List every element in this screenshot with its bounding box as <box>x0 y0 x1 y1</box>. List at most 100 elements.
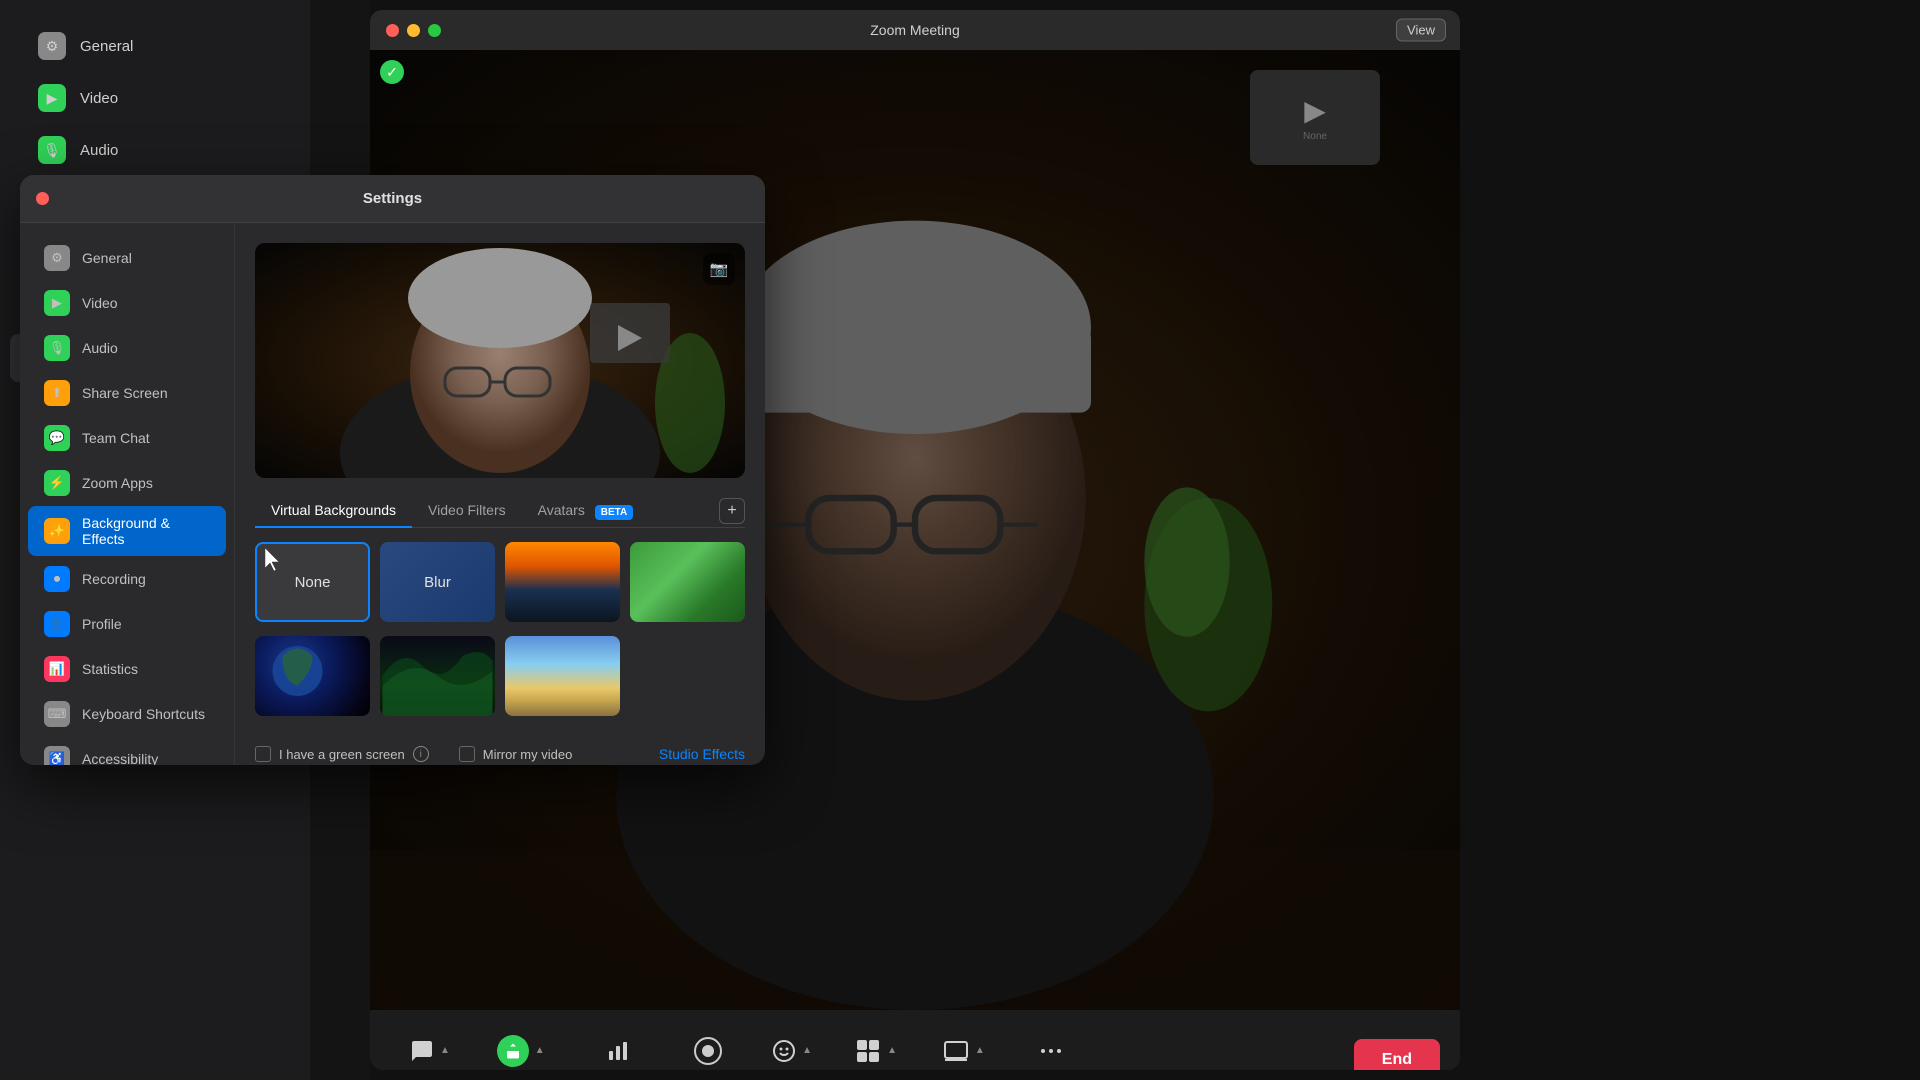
toolbar-share[interactable]: ▲ Share Screen <box>474 1027 567 1071</box>
zoom-window-title: Zoom Meeting <box>870 22 959 38</box>
settings-recording-icon: ⏺ <box>44 566 70 592</box>
chat-toolbar-icon: ▲ <box>410 1039 450 1063</box>
whiteboards-label: Whiteboards <box>930 1069 997 1071</box>
toolbar-whiteboards[interactable]: ▲ Whiteboards <box>920 1030 1007 1071</box>
end-button[interactable]: End <box>1354 1039 1440 1070</box>
settings-nav-video[interactable]: ▶ Video <box>28 281 226 325</box>
studio-effects-link[interactable]: Studio Effects <box>659 746 745 762</box>
settings-nav-apps[interactable]: ⚡ Zoom Apps <box>28 461 226 505</box>
settings-nav-share-label: Share Screen <box>82 385 168 401</box>
tab-virtual-backgrounds[interactable]: Virtual Backgrounds <box>255 494 412 528</box>
more-toolbar-icon <box>1038 1038 1064 1064</box>
settings-nav-share[interactable]: ⬆ Share Screen <box>28 371 226 415</box>
green-screen-checkbox-box[interactable] <box>255 746 271 762</box>
settings-nav-chat-label: Team Chat <box>82 430 150 446</box>
preview-video: 📷 <box>255 243 745 478</box>
settings-content: 📷 Virtual Backgrounds Video Filters Avat… <box>235 223 765 765</box>
toolbar-record[interactable]: Record <box>668 1029 748 1071</box>
mirror-checkbox-box[interactable] <box>459 746 475 762</box>
sidebar-label-video: Video <box>80 90 118 107</box>
pip-thumbnail: ▶ None <box>1250 70 1380 165</box>
video-icon: ▶ <box>38 84 66 112</box>
bg-earth[interactable] <box>255 636 370 716</box>
add-background-button[interactable]: + <box>719 498 745 524</box>
sidebar-item-general[interactable]: ⚙ General <box>10 22 300 70</box>
bg-beach[interactable] <box>505 636 620 716</box>
reactions-toolbar-icon: ▲ <box>772 1039 812 1063</box>
green-screen-info-icon[interactable]: i <box>413 746 429 762</box>
mirror-checkbox[interactable]: Mirror my video <box>459 746 573 762</box>
settings-nav-bg-label: Background & Effects <box>82 515 210 547</box>
tabs-row: Virtual Backgrounds Video Filters Avatar… <box>255 494 745 528</box>
green-screen-checkbox[interactable]: I have a green screen i <box>255 746 429 762</box>
settings-nav-stats-label: Statistics <box>82 661 138 677</box>
toolbar-apps[interactable]: ▲ Apps <box>836 1030 916 1071</box>
settings-nav-chat[interactable]: 💬 Team Chat <box>28 416 226 460</box>
toolbar-chat[interactable]: ▲ Chat <box>390 1031 470 1071</box>
polls-toolbar-icon <box>606 1039 630 1063</box>
settings-audio-icon: 🎙 <box>44 335 70 361</box>
settings-nav-general[interactable]: ⚙ General <box>28 236 226 280</box>
settings-titlebar: Settings <box>20 175 765 223</box>
bg-aurora[interactable] <box>380 636 495 716</box>
settings-nav-profile-label: Profile <box>82 616 122 632</box>
settings-nav-accessibility-label: Accessibility <box>82 751 158 765</box>
record-label: Record <box>689 1070 728 1071</box>
maximize-button[interactable] <box>428 24 441 37</box>
apps-toolbar-icon: ▲ <box>855 1038 897 1064</box>
background-grid-row2 <box>255 636 745 716</box>
bg-none-label: None <box>295 574 331 591</box>
view-button[interactable]: View <box>1396 19 1446 42</box>
settings-nav-statistics[interactable]: 📊 Statistics <box>28 647 226 691</box>
bg-blur[interactable]: Blur <box>380 542 495 622</box>
apps-label: Apps <box>862 1069 889 1071</box>
settings-nav-recording-label: Recording <box>82 571 146 587</box>
bg-grass[interactable] <box>630 542 745 622</box>
settings-chat-icon: 💬 <box>44 425 70 451</box>
settings-nav-keyboard[interactable]: ⌨ Keyboard Shortcuts <box>28 692 226 736</box>
settings-nav-recording[interactable]: ⏺ Recording <box>28 557 226 601</box>
sidebar-item-video[interactable]: ▶ Video <box>10 74 300 122</box>
settings-nav-video-label: Video <box>82 295 118 311</box>
settings-nav-audio[interactable]: 🎙 Audio <box>28 326 226 370</box>
zoom-titlebar: Zoom Meeting View <box>370 10 1460 50</box>
settings-share-icon: ⬆ <box>44 380 70 406</box>
bg-none[interactable]: None <box>255 542 370 622</box>
tab-avatars[interactable]: Avatars BETA <box>522 494 650 528</box>
toolbar-polls[interactable]: Polls/Quizzes <box>571 1031 664 1071</box>
settings-nav-keyboard-label: Keyboard Shortcuts <box>82 706 205 722</box>
toolbar-more[interactable]: More <box>1011 1030 1091 1071</box>
settings-nav-background[interactable]: ✨ Background & Effects <box>28 506 226 556</box>
minimize-button[interactable] <box>407 24 420 37</box>
settings-nav-profile[interactable]: 👤 Profile <box>28 602 226 646</box>
camera-flip-icon[interactable]: 📷 <box>703 253 735 285</box>
general-icon: ⚙ <box>38 32 66 60</box>
settings-accessibility-icon: ♿ <box>44 746 70 765</box>
mirror-label: Mirror my video <box>483 747 573 762</box>
settings-nav-accessibility[interactable]: ♿ Accessibility <box>28 737 226 765</box>
background-grid: None Blur <box>255 542 745 622</box>
toolbar-reactions[interactable]: ▲ Reactions <box>752 1031 832 1071</box>
settings-apps-icon: ⚡ <box>44 470 70 496</box>
settings-sidebar: ⚙ General ▶ Video 🎙 Audio ⬆ Share Screen… <box>20 223 235 765</box>
polls-label: Polls/Quizzes <box>581 1068 654 1071</box>
settings-bg-icon: ✨ <box>44 518 70 544</box>
tab-video-filters[interactable]: Video Filters <box>412 494 522 528</box>
bg-bridge[interactable] <box>505 542 620 622</box>
sidebar-item-audio[interactable]: 🎙 Audio <box>10 126 300 174</box>
settings-general-icon: ⚙ <box>44 245 70 271</box>
whiteboards-toolbar-icon: ▲ <box>943 1038 985 1064</box>
pip-play-icon: ▶ <box>1304 94 1326 127</box>
settings-nav-general-label: General <box>82 250 132 266</box>
settings-window: Settings ⚙ General ▶ Video 🎙 Audio ⬆ Sha… <box>20 175 765 765</box>
share-toolbar-icon: ▲ <box>497 1035 545 1067</box>
close-button[interactable] <box>386 24 399 37</box>
settings-title: Settings <box>363 190 422 207</box>
settings-nav-audio-label: Audio <box>82 340 118 356</box>
zoom-toolbar: ▲ Chat ▲ Share Screen <box>370 1010 1460 1070</box>
bottom-options: I have a green screen i Mirror my video … <box>255 736 745 762</box>
settings-stats-icon: 📊 <box>44 656 70 682</box>
settings-close-button[interactable] <box>36 192 49 205</box>
settings-nav-apps-label: Zoom Apps <box>82 475 153 491</box>
beta-badge: BETA <box>595 505 633 520</box>
